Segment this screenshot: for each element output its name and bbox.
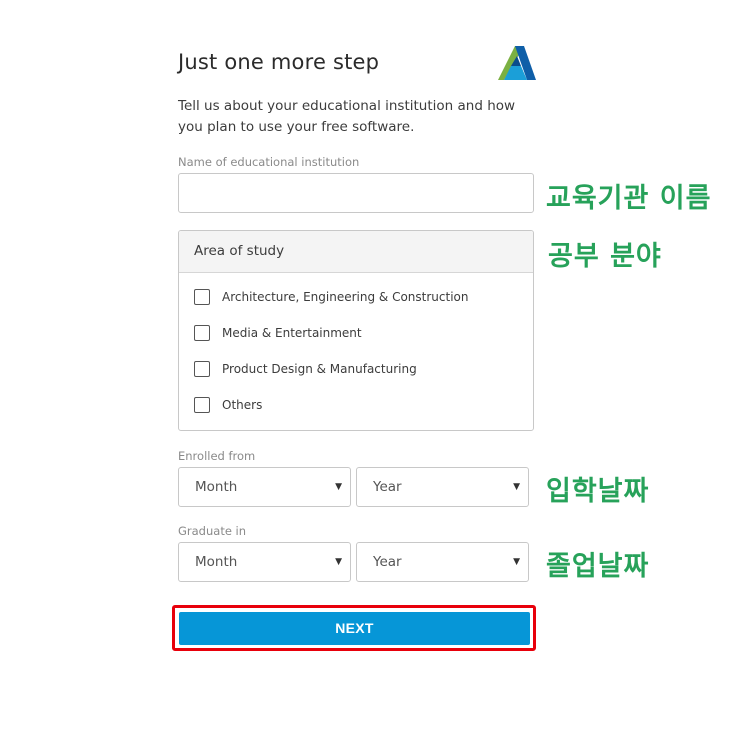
institution-annotation: 교육기관 이름 [546, 183, 712, 214]
chevron-down-icon: ▼ [513, 557, 520, 567]
area-option-product-design[interactable]: Product Design & Manufacturing [194, 359, 417, 379]
institution-label: Name of educational institution [178, 155, 360, 169]
select-value: Month [195, 554, 238, 570]
area-of-study-group: Area of study Architecture, Engineering … [178, 230, 534, 431]
select-value: Month [195, 479, 238, 495]
graduate-year-select[interactable]: Year ▼ [356, 542, 529, 582]
checkbox[interactable] [194, 325, 210, 341]
option-label: Media & Entertainment [222, 326, 362, 340]
area-option-media[interactable]: Media & Entertainment [194, 323, 362, 343]
next-button[interactable]: NEXT [179, 612, 530, 645]
checkbox[interactable] [194, 397, 210, 413]
graduate-month-select[interactable]: Month ▼ [178, 542, 351, 582]
option-label: Product Design & Manufacturing [222, 362, 417, 376]
area-option-architecture[interactable]: Architecture, Engineering & Construction [194, 287, 469, 307]
area-of-study-annotation: 공부 분야 [548, 241, 662, 272]
institution-input[interactable] [178, 173, 534, 213]
area-of-study-heading: Area of study [179, 231, 533, 273]
graduate-label: Graduate in [178, 524, 247, 538]
area-option-others[interactable]: Others [194, 395, 262, 415]
option-label: Others [222, 398, 263, 412]
enrolled-year-select[interactable]: Year ▼ [356, 467, 529, 507]
enrolled-label: Enrolled from [178, 449, 256, 463]
chevron-down-icon: ▼ [513, 482, 520, 492]
autodesk-logo-icon [498, 46, 536, 80]
checkbox[interactable] [194, 289, 210, 305]
enrolled-annotation: 입학날짜 [546, 476, 650, 507]
select-value: Year [373, 479, 402, 495]
select-value: Year [373, 554, 402, 570]
chevron-down-icon: ▼ [335, 482, 342, 492]
graduate-annotation: 졸업날짜 [546, 551, 650, 582]
checkbox[interactable] [194, 361, 210, 377]
chevron-down-icon: ▼ [335, 557, 342, 567]
intro-text: Tell us about your educational instituti… [178, 98, 516, 135]
page-title: Just one more step [178, 50, 380, 74]
option-label: Architecture, Engineering & Construction [222, 290, 469, 304]
enrolled-month-select[interactable]: Month ▼ [178, 467, 351, 507]
